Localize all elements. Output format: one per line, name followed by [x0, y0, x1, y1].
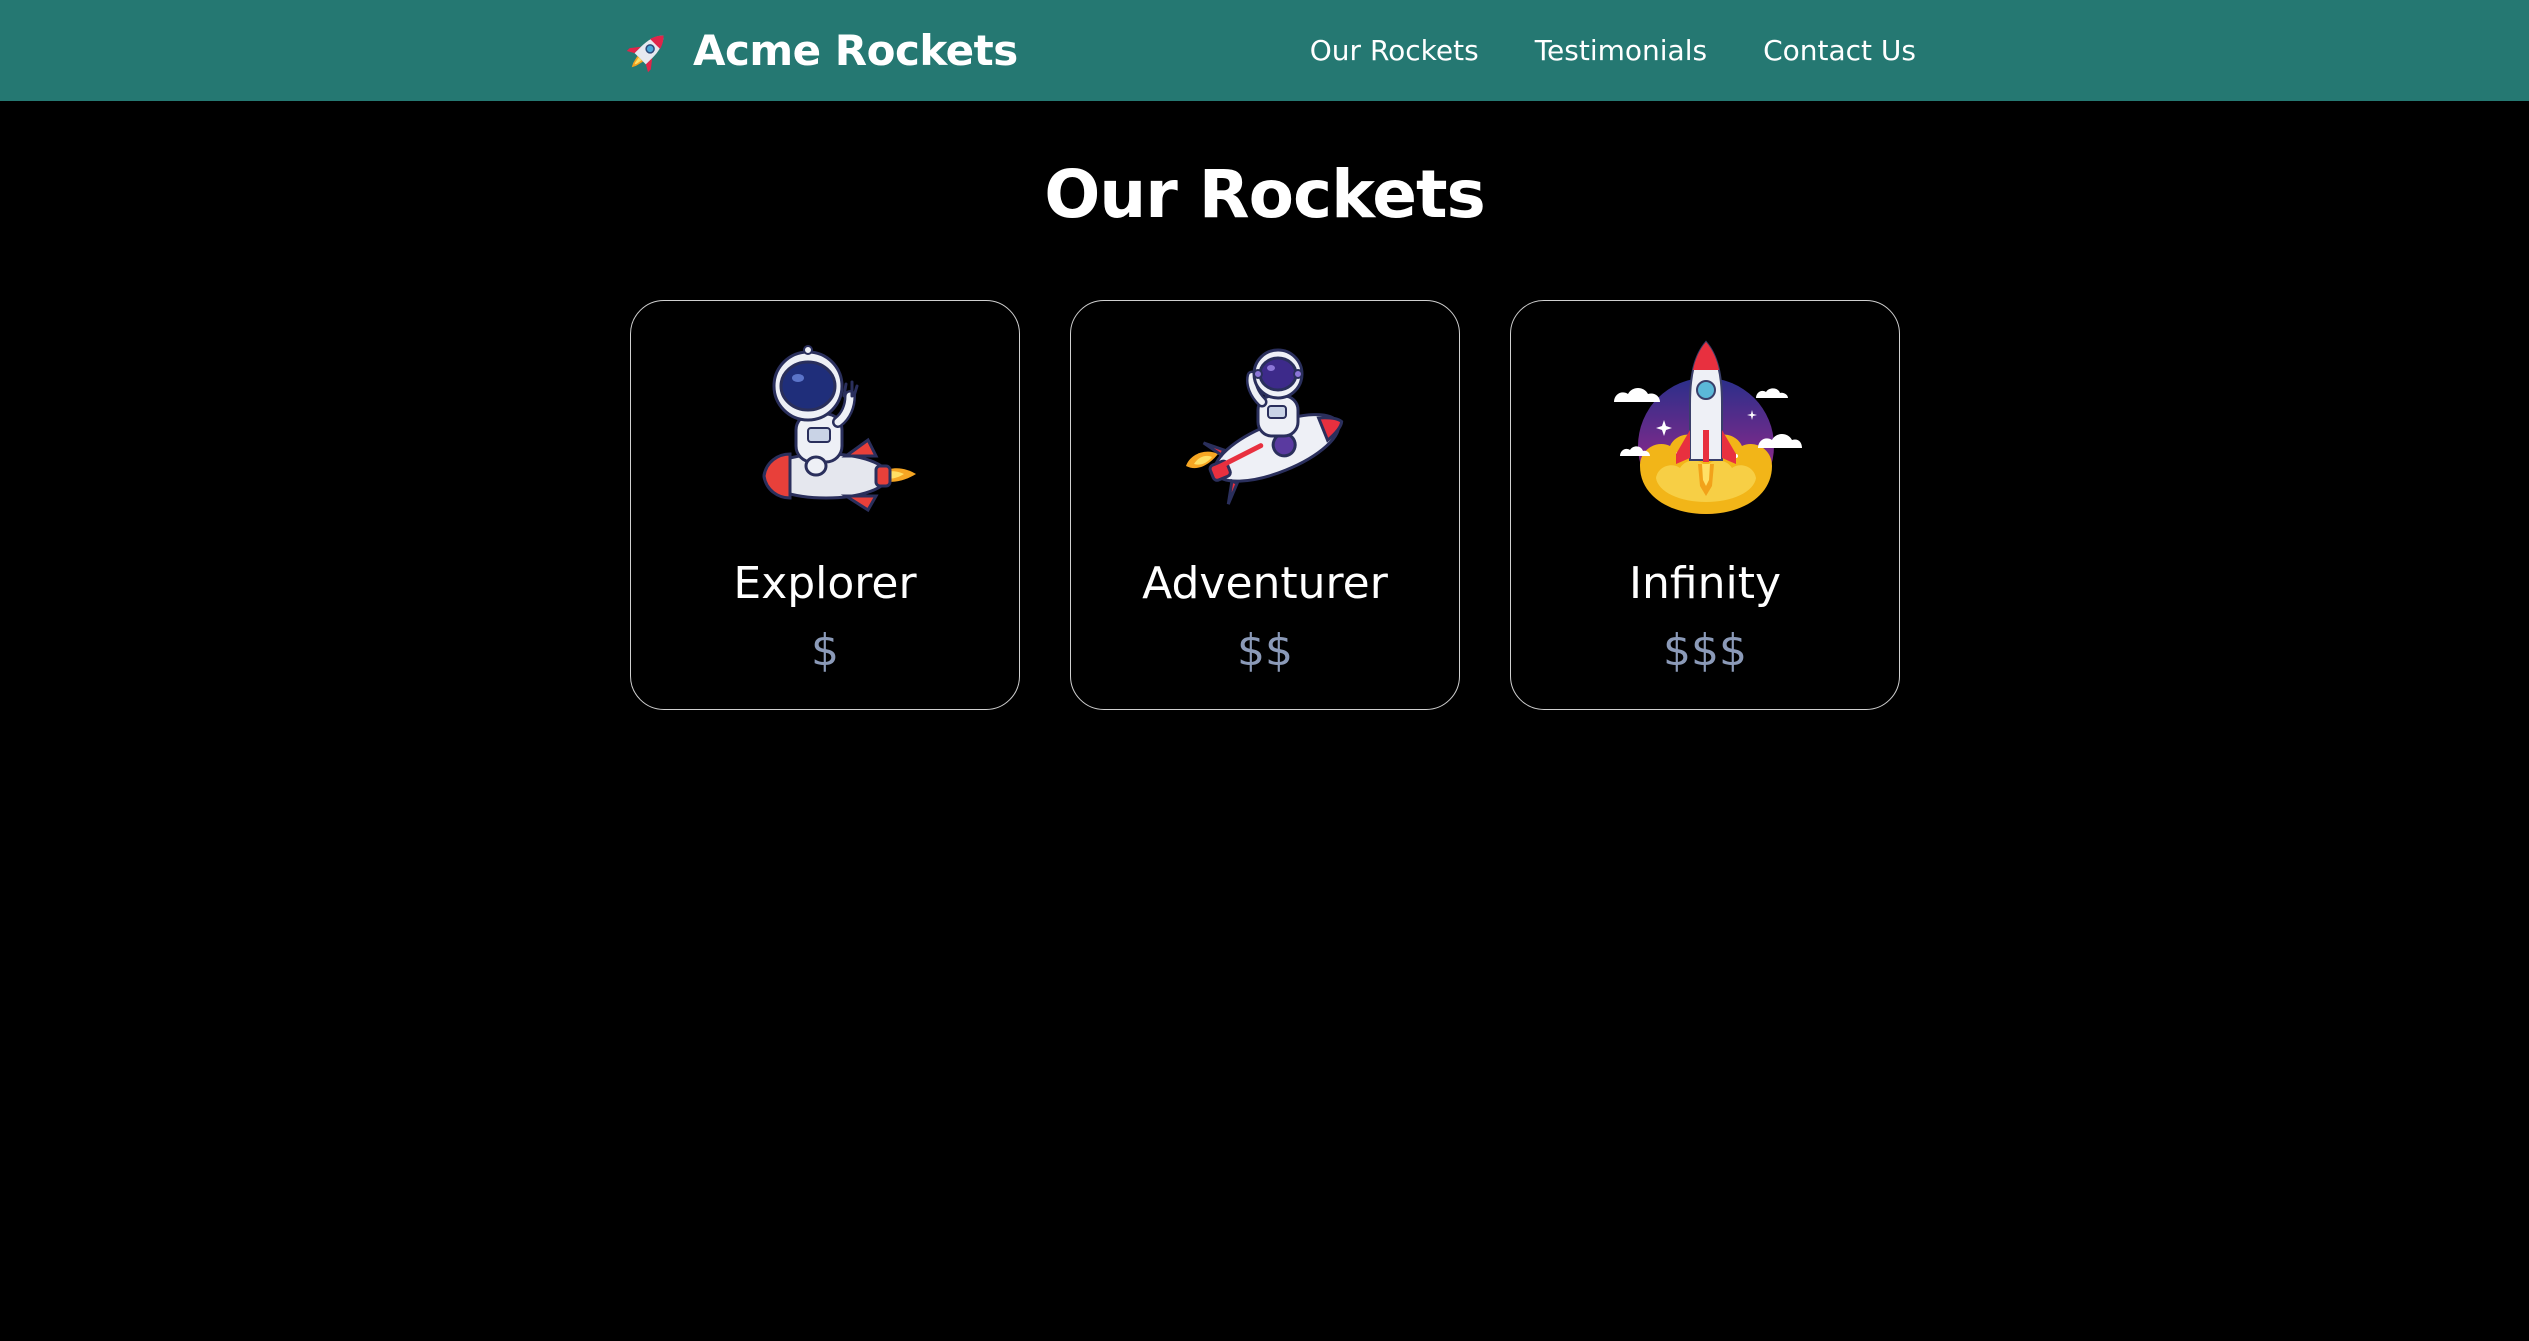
nav-link-testimonials[interactable]: Testimonials	[1535, 34, 1707, 67]
astronaut-flying-rocket-image	[1186, 348, 1344, 505]
rocket-cards: Explorer $ Adventurer $$ Infinity $$$	[630, 300, 1902, 712]
rocket-card-explorer[interactable]: Explorer $	[630, 300, 1020, 710]
navbar: Acme Rockets Our Rockets Testimonials Co…	[0, 0, 2529, 101]
page-title: Our Rockets	[1044, 156, 1486, 233]
brand-link[interactable]: Acme Rockets	[623, 0, 1018, 101]
nav-link-contact-us[interactable]: Contact Us	[1763, 34, 1916, 67]
nav-link-our-rockets[interactable]: Our Rockets	[1310, 34, 1479, 67]
card-price: $$$	[1663, 625, 1747, 676]
navbar-inner: Acme Rockets Our Rockets Testimonials Co…	[623, 0, 1916, 101]
astronaut-riding-rocket-image	[762, 345, 916, 513]
nav-links: Our Rockets Testimonials Contact Us	[1310, 0, 1916, 101]
card-name: Adventurer	[1142, 558, 1388, 609]
rocket-card-infinity[interactable]: Infinity $$$	[1510, 300, 1900, 710]
brand-name: Acme Rockets	[693, 26, 1018, 75]
card-price: $$	[1237, 625, 1293, 676]
rocket-launch-image	[1614, 340, 1802, 514]
card-price: $	[811, 625, 839, 676]
card-name: Explorer	[733, 558, 917, 609]
rocket-card-adventurer[interactable]: Adventurer $$	[1070, 300, 1460, 710]
rocket-icon	[626, 34, 664, 72]
card-name: Infinity	[1629, 558, 1781, 609]
